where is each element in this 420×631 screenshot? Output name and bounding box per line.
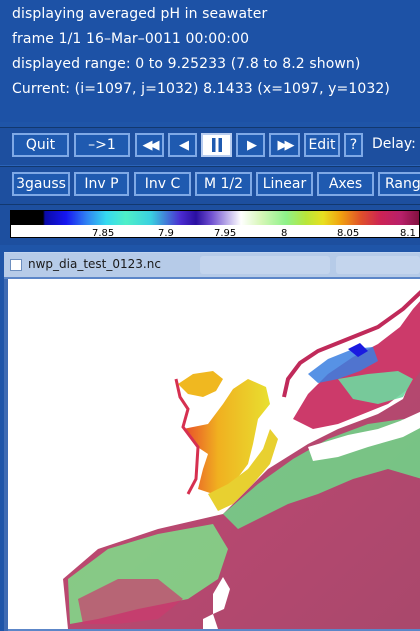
quit-button[interactable]: Quit xyxy=(12,133,69,157)
colorbar-gradient xyxy=(11,211,419,225)
background-tab xyxy=(336,256,420,274)
fast-forward-icon: ▶▶ xyxy=(277,137,295,153)
invert-colors-button[interactable]: Inv C xyxy=(134,172,191,196)
colorbar-tick-label: 7.9 xyxy=(158,228,174,238)
colorbar-tick-label: 7.85 xyxy=(92,228,115,238)
edit-button[interactable]: Edit xyxy=(304,133,340,157)
invert-palette-button[interactable]: Inv P xyxy=(74,172,129,196)
displayed-range: displayed range: 0 to 9.25233 (7.8 to 8.… xyxy=(12,56,361,72)
3gauss-button[interactable]: 3gauss xyxy=(12,172,70,196)
current-value: Current: (i=1097, j=1032) 8.1433 (x=1097… xyxy=(12,81,390,97)
window-title: nwp_dia_test_0123.nc xyxy=(28,257,161,271)
pause-button[interactable] xyxy=(201,133,232,157)
colorbar-tick-label: 7.95 xyxy=(214,228,237,238)
background-tab xyxy=(200,256,330,274)
linear-scale-button[interactable]: Linear xyxy=(256,172,313,196)
range-button[interactable]: Rang xyxy=(378,172,420,196)
pause-icon xyxy=(211,138,222,152)
rewind-button[interactable]: ◀◀ xyxy=(135,133,164,157)
fast-forward-button[interactable]: ▶▶ xyxy=(269,133,300,157)
delay-label: Delay: xyxy=(372,136,416,152)
rewind-icon: ◀◀ xyxy=(142,137,160,153)
colorbar-tick-label: 8 xyxy=(281,228,288,238)
frame-info: frame 1/1 16–Mar–0011 00:00:00 xyxy=(12,31,250,47)
variable-description: displaying averaged pH in seawater xyxy=(12,6,268,22)
magnify-half-button[interactable]: M 1/2 xyxy=(195,172,252,196)
step-to-frame-button[interactable]: –>1 xyxy=(74,133,130,157)
image-window: nwp_dia_test_0123.nc xyxy=(4,252,420,631)
colorbar-tick-label: 8.05 xyxy=(337,228,360,238)
colorbar-tick-label: 8.1 xyxy=(400,228,416,238)
step-forward-button[interactable]: ▶ xyxy=(236,133,265,157)
ph-map-image xyxy=(8,279,420,629)
ph-map[interactable] xyxy=(8,279,420,629)
step-back-icon: ◀ xyxy=(179,137,189,153)
colorbar-panel: 7.85 7.9 7.95 8 8.05 8.1 xyxy=(0,204,420,245)
axes-button[interactable]: Axes xyxy=(317,172,374,196)
info-panel: displaying averaged pH in seawater frame… xyxy=(0,0,420,122)
help-button[interactable]: ? xyxy=(344,133,363,157)
playback-toolbar: Quit –>1 ◀◀ ◀ ▶ ▶▶ Edit ? Delay: xyxy=(0,127,420,166)
app-icon xyxy=(10,259,22,271)
colorbar: 7.85 7.9 7.95 8 8.05 8.1 xyxy=(10,210,420,238)
image-window-titlebar[interactable]: nwp_dia_test_0123.nc xyxy=(4,253,420,277)
bay-region xyxy=(178,371,223,397)
display-options-toolbar: 3gauss Inv P Inv C M 1/2 Linear Axes Ran… xyxy=(0,166,420,205)
step-forward-icon: ▶ xyxy=(247,137,257,153)
step-back-button[interactable]: ◀ xyxy=(168,133,197,157)
